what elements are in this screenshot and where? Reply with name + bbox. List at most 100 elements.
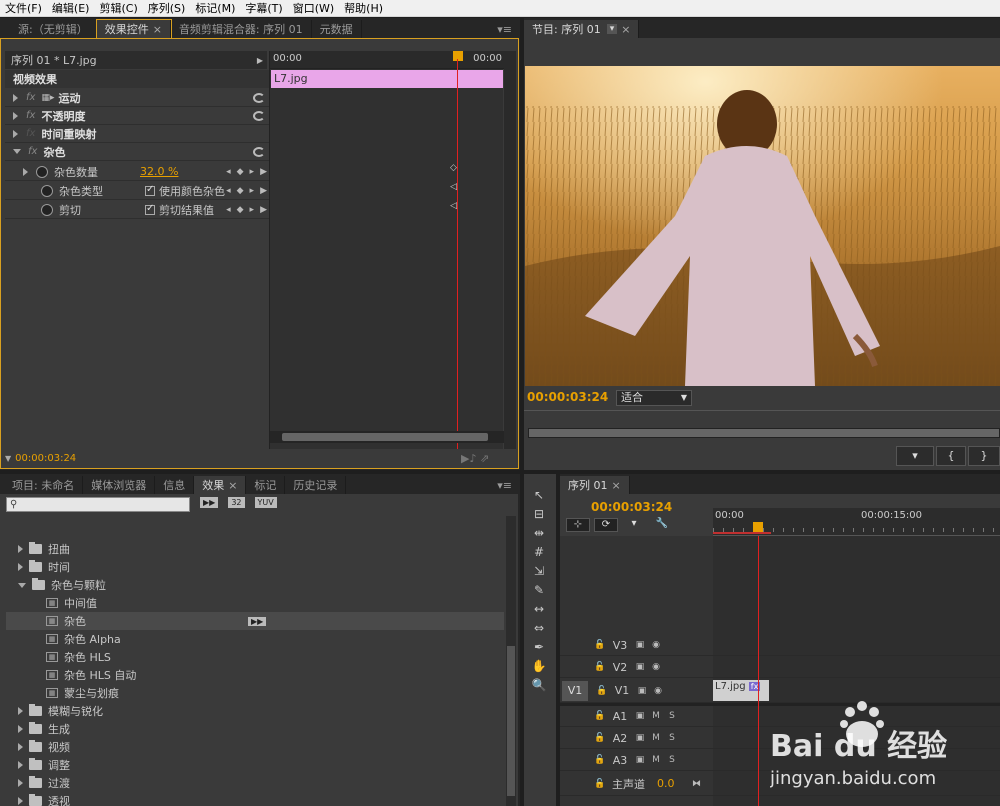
accelerated-badge-icon[interactable]: ▶▶ (200, 497, 219, 508)
expand-icon[interactable] (13, 129, 18, 138)
stopwatch-icon[interactable] (41, 203, 53, 216)
expand-icon[interactable] (23, 167, 28, 176)
razor-tool-icon[interactable]: ✎ (530, 581, 548, 599)
keyframe-icon[interactable]: ◁ (450, 201, 457, 211)
expand-icon[interactable] (18, 797, 23, 805)
effect-row-motion[interactable]: fx ▦▸ 运动 (5, 89, 273, 107)
collapse-icon[interactable] (18, 582, 26, 588)
clip-result-checkbox[interactable] (145, 203, 155, 215)
tab-audio-mixer[interactable]: 音频剪辑混合器: 序列 01 (171, 20, 312, 38)
tab-history[interactable]: 历史记录 (285, 476, 347, 494)
tree-item-noise[interactable]: ▦ 杂色 ▶▶ (6, 612, 504, 630)
fit-dropdown[interactable]: 适合 ▼ (616, 390, 692, 406)
menu-help[interactable]: 帮助(H) (339, 0, 388, 16)
add-marker-button[interactable]: ▾ (896, 446, 934, 466)
tree-folder-time[interactable]: 时间 (6, 558, 504, 576)
selection-tool-icon[interactable]: ↖ (530, 486, 548, 504)
tree-folder-noise-grain[interactable]: 杂色与颗粒 (6, 576, 504, 594)
timeline-clip[interactable]: L7.jpg fx (713, 680, 769, 701)
effect-row-time-remap[interactable]: fx 时间重映射 (5, 125, 273, 143)
color-noise-checkbox[interactable] (145, 184, 155, 196)
lock-icon[interactable]: 🔓 (592, 709, 608, 723)
sync-lock-icon[interactable]: ▣ (632, 638, 648, 652)
solo-button[interactable]: S (664, 731, 680, 745)
sync-lock-icon[interactable]: ▣ (632, 753, 648, 767)
scroll-thumb[interactable] (282, 433, 488, 441)
keyframe-icon[interactable]: ◁ (450, 182, 457, 192)
expand-icon[interactable] (18, 779, 23, 787)
expand-icon[interactable] (18, 707, 23, 715)
lock-icon[interactable]: 🔓 (592, 777, 608, 791)
pen-tool-icon[interactable]: ✒ (530, 638, 548, 656)
scroll-thumb[interactable] (507, 646, 515, 796)
snap-icon[interactable]: ⊹ (566, 518, 590, 532)
sync-lock-icon[interactable]: ▣ (632, 660, 648, 674)
32bit-badge[interactable]: 32 (228, 497, 245, 508)
tab-source[interactable]: 源:（无剪辑） (0, 20, 97, 38)
sync-lock-icon[interactable]: ▣ (632, 731, 648, 745)
collapse-icon[interactable] (13, 149, 21, 154)
panel-menu-icon[interactable]: ▾≡ (489, 476, 520, 494)
sync-lock-icon[interactable]: ▣ (632, 709, 648, 723)
menu-edit[interactable]: 编辑(E) (47, 0, 95, 16)
timeline-timecode[interactable]: 00:00:03:24 (591, 500, 672, 514)
menu-window[interactable]: 窗口(W) (288, 0, 339, 16)
keyframe-icon[interactable]: ◇ (450, 163, 457, 173)
slide-tool-icon[interactable]: ⇔ (530, 619, 548, 637)
playhead-handle[interactable] (753, 522, 763, 532)
tree-item-median[interactable]: ▦ 中间值 (6, 594, 504, 612)
keyframe-nav-icon[interactable]: ◂◆▸▶ (226, 186, 273, 196)
tree-item-noise-hls[interactable]: ▦ 杂色 HLS (6, 648, 504, 666)
lock-icon[interactable]: 🔓 (594, 684, 610, 698)
lock-icon[interactable]: 🔓 (592, 638, 608, 652)
tab-effect-controls[interactable]: 效果控件 × (95, 19, 172, 39)
expand-icon[interactable] (18, 563, 23, 571)
close-icon[interactable]: × (153, 23, 162, 36)
close-icon[interactable]: × (228, 479, 237, 492)
keyframe-nav-icon[interactable]: ◂◆▸▶ (226, 167, 273, 177)
close-icon[interactable]: × (612, 479, 621, 492)
work-area-bar[interactable] (713, 532, 771, 534)
yuv-badge[interactable]: YUV (254, 497, 277, 508)
horizontal-scrollbar[interactable] (270, 431, 504, 443)
tree-folder-perspective[interactable]: 透视 (6, 792, 504, 806)
program-scrollbar[interactable] (528, 428, 1000, 438)
expand-icon[interactable] (18, 545, 23, 553)
ec-timecode[interactable]: 00:00:03:24 (15, 453, 76, 464)
expand-icon[interactable] (18, 725, 23, 733)
master-volume[interactable]: 0.0 (657, 777, 675, 790)
tree-item-noise-alpha[interactable]: ▦ 杂色 Alpha (6, 630, 504, 648)
tab-effects[interactable]: 效果 × (194, 476, 247, 494)
add-marker-icon[interactable]: ▾ (622, 518, 646, 532)
tree-item-dust-scratches[interactable]: ▦ 蒙尘与划痕 (6, 684, 504, 702)
keyframe-nav-icon[interactable]: ◂◆▸▶ (226, 205, 273, 215)
master-audio-icon[interactable]: ⧓ (689, 777, 705, 791)
vertical-scrollbar[interactable] (506, 516, 516, 806)
tab-media-browser[interactable]: 媒体浏览器 (83, 476, 156, 494)
tab-markers[interactable]: 标记 (246, 476, 286, 494)
vertical-scrollbar[interactable] (504, 51, 516, 449)
video-frame[interactable] (525, 66, 1000, 386)
effect-row-noise[interactable]: fx 杂色 (5, 143, 273, 161)
tree-item-noise-hls-auto[interactable]: ▦ 杂色 HLS 自动 (6, 666, 504, 684)
clip-bar[interactable]: L7.jpg (271, 70, 503, 88)
eye-icon[interactable]: ◉ (648, 638, 664, 652)
expand-icon[interactable] (18, 761, 23, 769)
tab-info[interactable]: 信息 (155, 476, 195, 494)
reset-icon[interactable] (253, 92, 265, 103)
menu-file[interactable]: 文件(F) (0, 0, 47, 16)
search-input[interactable]: ⚲ (6, 497, 190, 512)
sync-lock-icon[interactable]: ▣ (634, 684, 650, 698)
tree-folder-generate[interactable]: 生成 (6, 720, 504, 738)
rolling-edit-tool-icon[interactable]: # (530, 543, 548, 561)
effect-timeline[interactable]: 00:00 00:00 L7.jpg ◇ ◁ ◁ (269, 51, 504, 449)
stopwatch-icon[interactable] (36, 165, 48, 178)
close-icon[interactable]: × (621, 23, 630, 36)
tree-folder-transition[interactable]: 过渡 (6, 774, 504, 792)
lock-icon[interactable]: 🔓 (592, 731, 608, 745)
param-value[interactable]: 32.0 % (140, 165, 178, 178)
expand-icon[interactable] (13, 111, 18, 120)
expand-icon[interactable] (18, 743, 23, 751)
hand-tool-icon[interactable]: ✋ (530, 657, 548, 675)
slip-tool-icon[interactable]: ↔ (530, 600, 548, 618)
